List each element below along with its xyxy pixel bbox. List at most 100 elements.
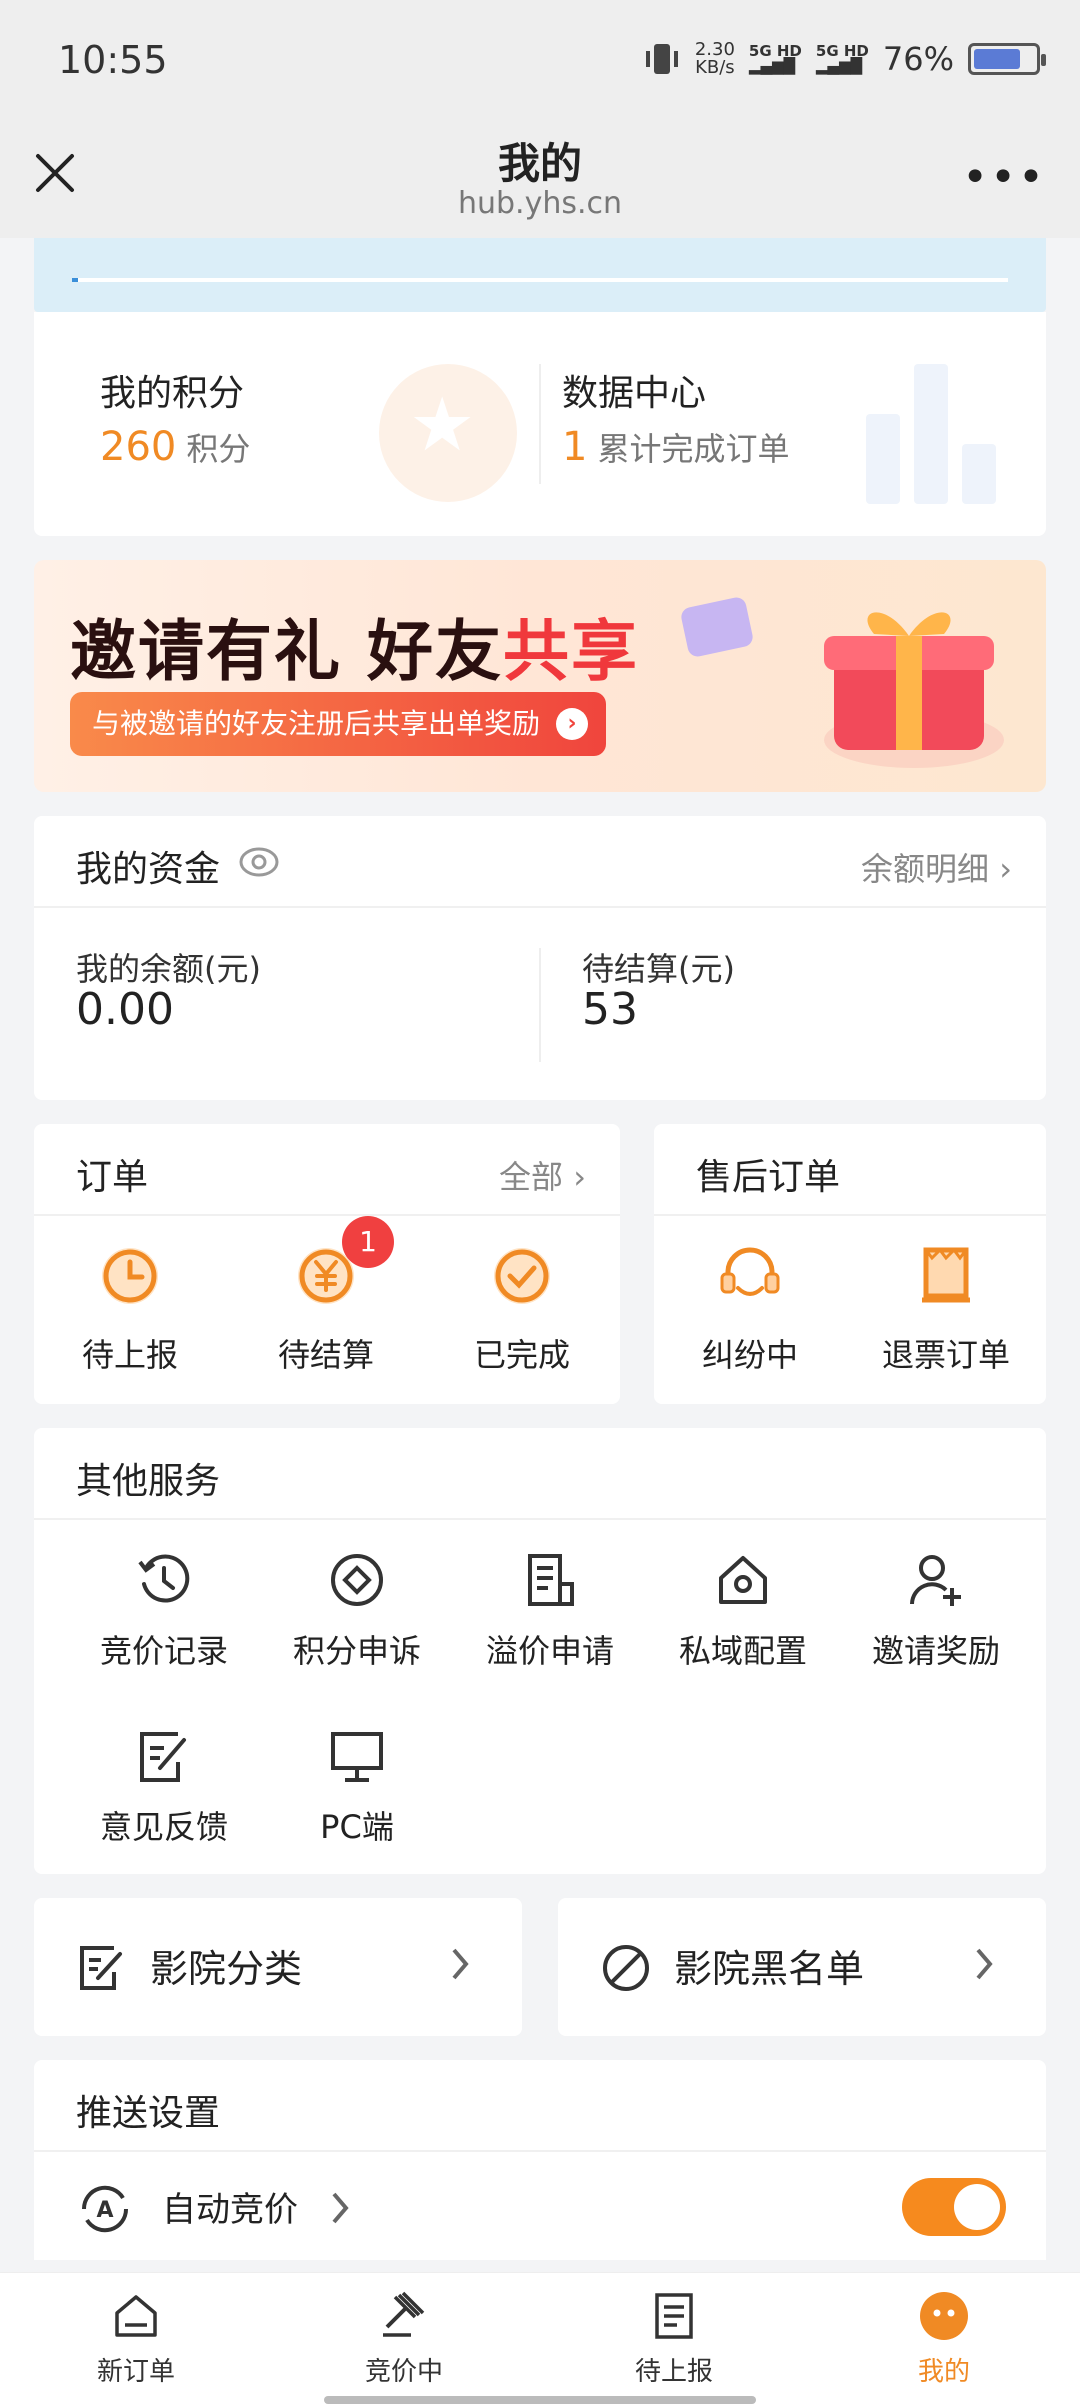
tab-label: 我的	[917, 2357, 970, 2387]
svg-text:A: A	[96, 2198, 113, 2223]
profile-icon	[920, 2292, 968, 2340]
balance-detail-link[interactable]: 余额明细 ›	[861, 844, 1012, 890]
completed-count: 1	[562, 424, 588, 470]
headset-icon	[720, 1247, 780, 1296]
after-sales-label: 退票订单	[881, 1336, 1010, 1374]
diamond-icon	[331, 1554, 383, 1606]
receipt-icon	[922, 1247, 970, 1303]
tab-bidding[interactable]: 竞价中	[304, 2289, 504, 2388]
service-bid-history[interactable]: 竞价记录	[64, 1550, 264, 1672]
order-pending-settle[interactable]: 1 待结算	[246, 1216, 406, 1376]
battery-percent: 76%	[882, 40, 954, 78]
cinema-category-label: 影院分类	[150, 1947, 303, 1991]
after-sales-dispute[interactable]: 纠纷中	[670, 1244, 830, 1376]
push-title: 推送设置	[76, 2093, 221, 2134]
auto-bid-row[interactable]: A 自动竞价	[34, 2152, 1046, 2260]
funds-header: 我的资金 余额明细 ›	[34, 816, 1046, 908]
inbox-icon	[115, 2295, 157, 2337]
gift-box-icon	[824, 612, 1004, 768]
service-points-appeal[interactable]: 积分申诉	[257, 1550, 457, 1672]
orders-header: 订单 全部 ›	[34, 1124, 620, 1216]
points-value: 260	[100, 424, 177, 470]
points-card: 我的积分 260积分 数据中心 1累计完成订单	[34, 312, 1046, 536]
more-icon[interactable]: •••	[962, 156, 1046, 200]
auto-icon: A	[81, 2185, 129, 2233]
arrow-right-icon: ›	[556, 708, 589, 740]
balance-value: 0.00	[76, 984, 174, 1035]
edit-note-icon	[140, 1732, 186, 1782]
page-title: 我的	[497, 139, 582, 188]
service-label: 溢价申请	[485, 1632, 614, 1670]
services-title: 其他服务	[76, 1461, 221, 1502]
tab-label: 竞价中	[364, 2357, 443, 2387]
tab-new-orders[interactable]: 新订单	[36, 2289, 236, 2388]
order-completed[interactable]: 已完成	[442, 1244, 602, 1376]
services-header: 其他服务	[34, 1428, 1046, 1520]
status-bar: 10:55 2.30 KB/s 5G HD ▂▄▆█ 5G HD ▂▄▆█ 76%	[0, 0, 1080, 128]
chevron-right-icon	[332, 2192, 349, 2224]
monitor-icon	[331, 1732, 383, 1782]
battery-icon	[968, 43, 1046, 75]
points-title: 我的积分	[100, 373, 245, 414]
check-circle-icon	[494, 1248, 550, 1304]
history-icon	[138, 1554, 190, 1603]
auto-bid-label: 自动竞价	[162, 2190, 298, 2230]
orders-title: 订单	[76, 1157, 149, 1198]
cinema-blacklist[interactable]: 影院黑名单	[558, 1898, 1046, 2036]
service-feedback[interactable]: 意见反馈	[64, 1726, 264, 1848]
vibrate-icon	[645, 44, 678, 74]
funds-title: 我的资金	[76, 849, 221, 890]
all-orders-link[interactable]: 全部 ›	[499, 1152, 586, 1198]
home-gear-icon	[719, 1556, 767, 1604]
tab-label: 待上报	[634, 2357, 713, 2387]
after-sales-label: 纠纷中	[701, 1336, 798, 1374]
add-user-icon	[910, 1555, 961, 1606]
level-progress-bar	[72, 278, 1008, 282]
service-invite-reward[interactable]: 邀请奖励	[836, 1550, 1036, 1672]
tab-pending-report[interactable]: 待上报	[574, 2289, 774, 2388]
title-bar: 我的 hub.yhs.cn •••	[0, 128, 1080, 238]
banner-cta[interactable]: 与被邀请的好友注册后共享出单奖励 ›	[70, 692, 607, 756]
tab-profile[interactable]: 我的	[844, 2289, 1044, 2388]
data-center-title: 数据中心	[562, 373, 707, 414]
report-icon	[655, 2293, 693, 2339]
chevron-right-icon	[976, 1948, 993, 1980]
pending-value: 53	[582, 984, 638, 1035]
page-url: hub.yhs.cn	[457, 186, 623, 221]
service-label: 邀请奖励	[871, 1632, 1000, 1670]
after-sales-refund[interactable]: 退票订单	[866, 1244, 1026, 1376]
service-label: PC端	[320, 1808, 394, 1846]
auto-bid-toggle[interactable]	[902, 2178, 1006, 2236]
ban-icon	[603, 1945, 649, 1991]
after-sales-title: 售后订单	[696, 1157, 841, 1198]
signal-1: 5G HD ▂▄▆█	[748, 42, 802, 75]
edit-note-icon	[80, 1946, 122, 1990]
net-speed: 2.30 KB/s	[694, 39, 735, 78]
data-center[interactable]: 数据中心 1 累计完成订单	[540, 312, 1046, 536]
points-unit: 积分	[186, 430, 251, 468]
order-item-label: 待上报	[81, 1336, 178, 1374]
services-card: 其他服务 竞价记录 积分申诉 溢价申请 私域配置 邀请奖励 意见反馈 PC端	[34, 1428, 1046, 1874]
order-item-label: 已完成	[473, 1336, 570, 1374]
service-pc[interactable]: PC端	[257, 1726, 457, 1848]
data-center-row: 1 累计完成订单	[562, 424, 789, 470]
eye-icon[interactable]	[238, 844, 280, 880]
clock: 10:55	[58, 38, 168, 82]
order-pending-report[interactable]: 待上报	[50, 1244, 210, 1376]
service-label: 竞价记录	[99, 1632, 228, 1670]
tab-label: 新订单	[96, 2357, 175, 2387]
after-sales-card: 售后订单 纠纷中 退票订单	[654, 1124, 1046, 1404]
service-private-config[interactable]: 私域配置	[643, 1550, 843, 1672]
gavel-icon	[383, 2291, 425, 2337]
service-premium-apply[interactable]: 溢价申请	[450, 1550, 650, 1672]
invite-banner[interactable]: 邀请有礼 好友共享 与被邀请的好友注册后共享出单奖励 ›	[34, 560, 1046, 792]
cinema-blacklist-label: 影院黑名单	[674, 1947, 865, 1991]
cinema-category[interactable]: 影院分类	[34, 1898, 522, 2036]
chart-icon	[866, 364, 996, 504]
chevron-right-icon	[452, 1948, 469, 1980]
push-settings-card: 推送设置 A 自动竞价	[34, 2060, 1046, 2260]
my-points[interactable]: 我的积分 260积分	[34, 312, 540, 536]
level-progress-card	[34, 238, 1046, 312]
home-indicator	[324, 2396, 756, 2404]
status-icons: 2.30 KB/s 5G HD ▂▄▆█ 5G HD ▂▄▆█ 76%	[643, 39, 1046, 78]
